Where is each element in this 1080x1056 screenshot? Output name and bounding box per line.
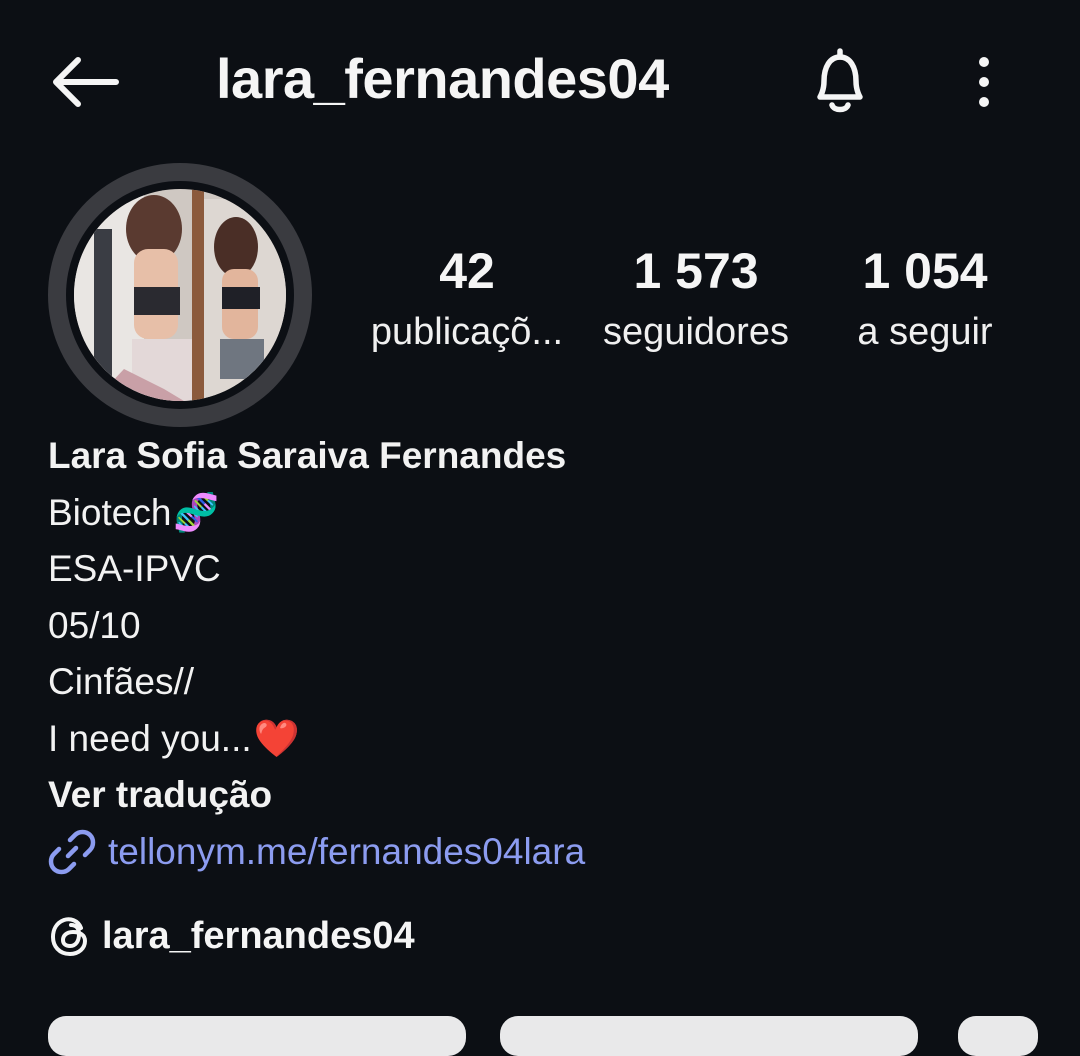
profile-photo bbox=[74, 189, 286, 401]
threads-handle: lara_fernandes04 bbox=[102, 914, 415, 957]
stat-posts[interactable]: 42 publicaçõ... bbox=[360, 240, 574, 362]
bio-line-text: I need you... bbox=[48, 717, 252, 759]
bio-line: ESA-IPVC bbox=[48, 548, 221, 589]
action-button[interactable] bbox=[500, 1016, 918, 1056]
arrow-left-icon bbox=[53, 57, 119, 107]
heart-emoji: ❤️ bbox=[253, 717, 300, 759]
profile-bio: Lara Sofia Saraiva Fernandes Biotech 🧬 E… bbox=[48, 428, 1048, 880]
profile-stats: 42 publicaçõ... 1 573 seguidores 1 054 a… bbox=[340, 240, 1040, 370]
notifications-button[interactable] bbox=[800, 42, 880, 122]
bio-link[interactable]: tellonym.me/fernandes04lara bbox=[48, 824, 1048, 881]
profile-photo-image bbox=[74, 189, 286, 401]
stat-followers-label: seguidores bbox=[603, 311, 789, 353]
action-button[interactable] bbox=[958, 1016, 1038, 1056]
profile-username-title: lara_fernandes04 bbox=[216, 47, 669, 110]
avatar[interactable] bbox=[48, 163, 312, 427]
see-translation-link[interactable]: Ver tradução bbox=[48, 767, 1048, 824]
full-name: Lara Sofia Saraiva Fernandes bbox=[48, 435, 567, 476]
stat-following-value: 1 054 bbox=[862, 243, 988, 299]
bio-line: I need you... ❤️ bbox=[48, 711, 1048, 768]
stat-posts-value: 42 bbox=[439, 243, 495, 299]
stat-followers[interactable]: 1 573 seguidores bbox=[589, 240, 803, 362]
stat-following[interactable]: 1 054 a seguir bbox=[818, 240, 1032, 362]
bio-line-text: Biotech bbox=[48, 491, 172, 533]
avatar-gap bbox=[66, 181, 294, 409]
back-button[interactable] bbox=[44, 50, 124, 114]
bio-link-text: tellonym.me/fernandes04lara bbox=[108, 830, 586, 872]
top-bar: lara_fernandes04 bbox=[0, 0, 1080, 160]
threads-icon bbox=[50, 917, 88, 957]
more-options-button[interactable] bbox=[954, 46, 1014, 118]
more-vertical-icon bbox=[979, 57, 989, 107]
action-button[interactable] bbox=[48, 1016, 466, 1056]
bio-line: Biotech 🧬 bbox=[48, 485, 1048, 542]
stat-followers-value: 1 573 bbox=[633, 243, 759, 299]
link-icon bbox=[48, 829, 96, 874]
bio-line: Cinfães// bbox=[48, 661, 195, 702]
bell-icon bbox=[817, 48, 863, 113]
threads-badge[interactable]: lara_fernandes04 bbox=[48, 910, 415, 962]
bio-line: 05/10 bbox=[48, 604, 141, 646]
dna-emoji: 🧬 bbox=[173, 491, 220, 533]
stat-posts-label: publicaçõ... bbox=[370, 311, 564, 353]
profile-action-buttons bbox=[0, 1016, 1080, 1056]
stat-following-label: a seguir bbox=[857, 311, 993, 353]
